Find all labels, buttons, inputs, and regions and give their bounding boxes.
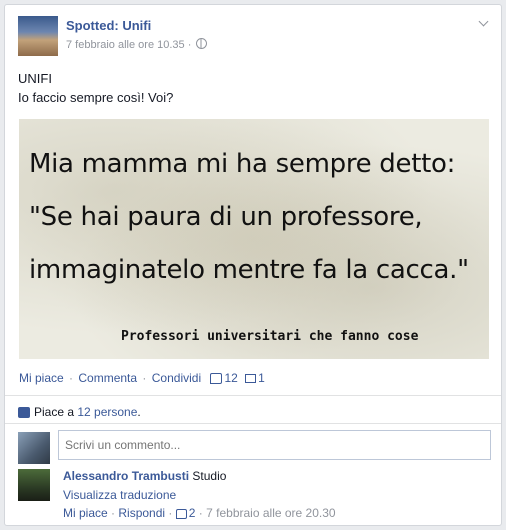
comment-text: Studio [189,469,227,483]
avatar [18,432,50,464]
comment-like-button[interactable]: Mi piace [63,506,108,520]
thumb-icon [18,407,30,418]
post-timestamp[interactable]: 7 febbraio alle ore 10.35 · [66,38,208,51]
feed-post: Spotted: Unifi 7 febbraio alle ore 10.35… [4,4,502,526]
chevron-down-icon[interactable] [479,18,489,28]
page-name-link[interactable]: Spotted: Unifi [66,18,151,33]
divider [5,423,501,424]
timestamp-text[interactable]: 7 febbraio alle ore 10.35 [66,39,185,51]
timestamp-separator: · [187,39,192,51]
comment-separator: · [198,506,203,520]
comment-separator: · [168,506,173,520]
page-avatar[interactable] [18,16,58,56]
like-icon [175,509,187,519]
comment-timestamp[interactable]: 7 febbraio alle ore 20.30 [206,506,335,520]
post-text: UNIFI Io faccio sempre così! Voi? [18,69,173,107]
comment-avatar[interactable] [18,469,50,501]
comment-button[interactable]: Commenta [78,371,137,385]
comment-composer [18,430,491,464]
image-quote-line-1: Mia mamma mi ha sempre detto: [29,149,456,179]
likes-suffix: . [137,405,141,419]
action-separator: · [69,371,74,385]
image-caption: Professori universitari che fanno cose [121,329,419,344]
likes-prefix: Piace a [34,405,78,419]
likes-people-link[interactable]: 12 persone [77,405,137,419]
see-translation-link[interactable]: Visualizza traduzione [63,488,176,502]
comment-count[interactable]: 1 [258,371,265,385]
comment-separator: · [111,506,116,520]
divider [5,395,501,396]
like-count[interactable]: 12 [224,371,237,385]
post-text-line-2: Io faccio sempre così! Voi? [18,90,174,105]
share-button[interactable]: Condividi [152,371,201,385]
comment-icon [245,374,257,383]
globe-icon [196,38,208,49]
post-text-line-1: UNIFI [18,71,52,86]
comment-author-link[interactable]: Alessandro Trambusti [63,469,189,483]
comment-like-count[interactable]: 2 [189,506,196,520]
comment-input[interactable] [58,430,491,460]
image-quote-line-2: "Se hai paura di un professore, [29,202,423,232]
image-quote-line-3: immaginatelo mentre fa la cacca." [29,255,469,285]
action-separator: · [142,371,147,385]
like-button[interactable]: Mi piace [19,371,64,385]
comment: Alessandro Trambusti Studio Visualizza t… [18,469,490,523]
comment-reply-button[interactable]: Rispondi [118,506,165,520]
post-header: Spotted: Unifi 7 febbraio alle ore 10.35… [18,16,491,56]
comment-author-line: Alessandro Trambusti Studio [63,469,226,483]
comment-meta: Mi piace · Rispondi · 2 · 7 febbraio all… [63,506,336,520]
post-actions: Mi piace · Commenta · Condividi 12 1 [19,371,265,385]
post-image[interactable]: Mia mamma mi ha sempre detto: "Se hai pa… [19,119,489,359]
likes-summary: Piace a 12 persone. [18,405,141,419]
like-icon [210,373,223,384]
